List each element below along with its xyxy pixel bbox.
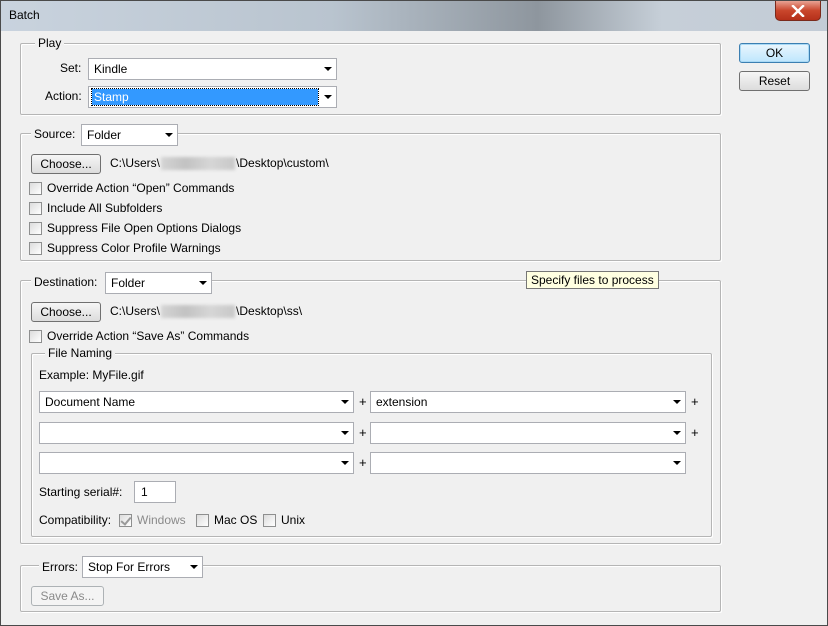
dialog-body: Play Set: Kindle Action: Stamp OK Reset … — [9, 31, 819, 619]
serial-label: Starting serial#: — [39, 485, 123, 499]
checkbox-box — [263, 513, 276, 527]
chevron-down-icon — [324, 95, 332, 99]
errors-dropdown[interactable]: Stop For Errors — [82, 556, 203, 578]
suppress-open-options-checkbox[interactable]: Suppress File Open Options Dialogs — [29, 220, 241, 236]
plus-sign: + — [359, 394, 367, 409]
destination-path-prefix: C:\Users\ — [110, 304, 161, 318]
file-naming-legend: File Naming — [45, 345, 116, 361]
naming-field-1[interactable]: Document Name — [39, 391, 354, 413]
naming-field-3[interactable] — [39, 422, 354, 444]
title-bar[interactable]: Batch — [1, 1, 827, 31]
checkbox-label: Override Action “Open” Commands — [47, 181, 235, 195]
action-dropdown[interactable]: Stamp — [88, 86, 337, 108]
checkbox-label: Suppress File Open Options Dialogs — [47, 221, 242, 235]
destination-value: Folder — [111, 276, 146, 290]
tooltip: Specify files to process — [526, 271, 659, 289]
close-button[interactable] — [775, 1, 821, 21]
errors-value: Stop For Errors — [88, 560, 171, 574]
errors-label: Errors: — [39, 559, 83, 575]
save-as-button[interactable]: Save As... — [31, 586, 104, 606]
source-label: Source: — [31, 126, 83, 142]
compatibility-label: Compatibility: — [39, 513, 112, 527]
checkbox-label: Include All Subfolders — [47, 201, 163, 215]
plus-sign: + — [691, 425, 699, 440]
override-open-checkbox[interactable]: Override Action “Open” Commands — [29, 180, 234, 196]
naming-field-4[interactable] — [370, 422, 686, 444]
source-dropdown[interactable]: Folder — [81, 124, 178, 146]
destination-label: Destination: — [31, 274, 109, 290]
naming-field-value: Document Name — [45, 395, 136, 409]
file-naming-example: Example: MyFile.gif — [39, 368, 144, 382]
checkbox-label: Override Action “Save As” Commands — [47, 329, 250, 343]
set-dropdown[interactable]: Kindle — [88, 58, 337, 80]
checkbox-box — [29, 241, 42, 255]
ok-button[interactable]: OK — [739, 43, 810, 63]
action-value: Stamp — [91, 88, 319, 106]
compat-macos-checkbox[interactable]: Mac OS — [196, 512, 257, 528]
chevron-down-icon — [324, 67, 332, 71]
source-value: Folder — [87, 128, 122, 142]
checkbox-label: Windows — [137, 513, 186, 527]
chevron-down-icon — [165, 133, 173, 137]
chevron-down-icon — [673, 431, 681, 435]
action-label: Action: — [45, 89, 82, 103]
serial-input[interactable]: 1 — [134, 481, 176, 503]
checkbox-box — [29, 329, 42, 343]
compat-windows-checkbox[interactable]: Windows — [119, 512, 186, 528]
chevron-down-icon — [673, 461, 681, 465]
check-icon — [119, 513, 132, 527]
redacted-username — [161, 157, 236, 171]
close-icon — [791, 4, 805, 17]
chevron-down-icon — [673, 400, 681, 404]
chevron-down-icon — [190, 565, 198, 569]
window-title: Batch — [9, 8, 40, 22]
checkbox-box — [29, 221, 42, 235]
destination-path-suffix: \Desktop\ss\ — [236, 304, 303, 318]
destination-dropdown[interactable]: Folder — [105, 272, 212, 294]
plus-sign: + — [691, 394, 699, 409]
checkbox-box — [29, 201, 42, 215]
source-choose-button[interactable]: Choose... — [31, 154, 101, 174]
batch-dialog: Batch Play Set: Kindle Action: Stamp OK … — [0, 0, 828, 626]
source-path-prefix: C:\Users\ — [110, 156, 161, 170]
destination-choose-button[interactable]: Choose... — [31, 302, 101, 322]
source-path-suffix: \Desktop\custom\ — [236, 156, 329, 170]
chevron-down-icon — [341, 461, 349, 465]
include-subfolders-checkbox[interactable]: Include All Subfolders — [29, 200, 162, 216]
play-legend: Play — [35, 35, 65, 51]
chevron-down-icon — [341, 431, 349, 435]
checkbox-box — [29, 181, 42, 195]
checkbox-label: Suppress Color Profile Warnings — [47, 241, 221, 255]
reset-button[interactable]: Reset — [739, 71, 810, 91]
checkbox-box — [196, 513, 209, 527]
chevron-down-icon — [341, 400, 349, 404]
plus-sign: + — [359, 455, 367, 470]
checkbox-label: Mac OS — [214, 513, 258, 527]
chevron-down-icon — [199, 281, 207, 285]
source-path: C:\Users\ \Desktop\custom\ — [110, 155, 329, 171]
naming-field-5[interactable] — [39, 452, 354, 474]
override-save-as-checkbox[interactable]: Override Action “Save As” Commands — [29, 328, 249, 344]
naming-field-2[interactable]: extension — [370, 391, 686, 413]
set-label: Set: — [60, 61, 82, 75]
redacted-username — [161, 305, 236, 319]
compat-unix-checkbox[interactable]: Unix — [263, 512, 305, 528]
suppress-color-warnings-checkbox[interactable]: Suppress Color Profile Warnings — [29, 240, 221, 256]
naming-field-6[interactable] — [370, 452, 686, 474]
checkbox-label: Unix — [281, 513, 306, 527]
naming-field-value: extension — [376, 395, 428, 409]
plus-sign: + — [359, 425, 367, 440]
destination-path: C:\Users\ \Desktop\ss\ — [110, 303, 302, 319]
set-value: Kindle — [94, 62, 128, 76]
